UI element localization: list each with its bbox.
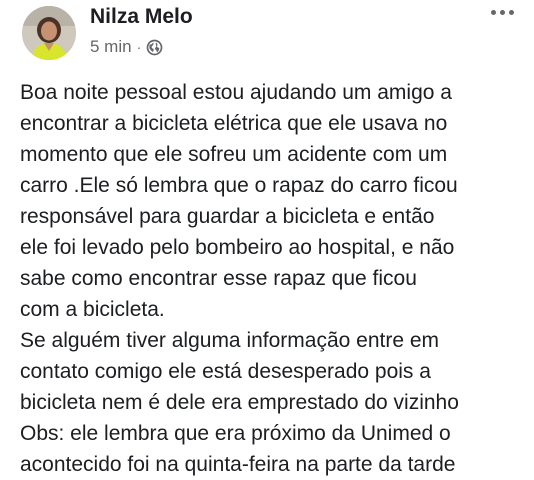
meta-separator: ·	[136, 39, 142, 55]
more-dot	[509, 10, 514, 15]
globe-icon[interactable]	[146, 39, 163, 56]
post-header: Nilza Melo 5 min ·	[0, 0, 534, 70]
more-dot	[500, 10, 505, 15]
post-text-line: encontrar a bicicleta elétrica que ele u…	[20, 112, 448, 135]
post-text-line: Obs: ele lembra que era próximo da Unime…	[20, 422, 451, 445]
post-text-line: ele foi levado pelo bombeiro ao hospital…	[20, 236, 455, 259]
avatar[interactable]	[22, 6, 76, 60]
post-timestamp[interactable]: 5 min	[90, 37, 132, 57]
post-text-line: momento que ele sofreu um acidente com u…	[20, 143, 448, 166]
post-text: Boa noite pessoal estou ajudando um amig…	[20, 77, 530, 480]
author-name[interactable]: Nilza Melo	[90, 5, 193, 29]
more-options-icon[interactable]	[485, 4, 520, 21]
post-text-line: responsável para guardar a bicicleta e e…	[20, 205, 435, 228]
avatar-photo	[22, 6, 76, 60]
post-text-line: Se alguém tiver alguma informação entre …	[20, 329, 440, 352]
post-text-line: bicicleta nem é dele era emprestado do v…	[20, 391, 459, 414]
post-text-line: sabe como encontrar esse rapaz que ficou	[20, 267, 417, 290]
post-text-line: acontecido foi na quinta-feira na parte …	[20, 453, 456, 476]
post-text-line: contato comigo ele está desesperado pois…	[20, 360, 431, 383]
post-text-line: carro .Ele só lembra que o rapaz do carr…	[20, 174, 458, 197]
post-text-line: Boa noite pessoal estou ajudando um amig…	[20, 81, 452, 104]
post-meta: 5 min ·	[90, 37, 163, 57]
more-dot	[491, 10, 496, 15]
post-text-line: com a bicicleta.	[20, 298, 165, 321]
